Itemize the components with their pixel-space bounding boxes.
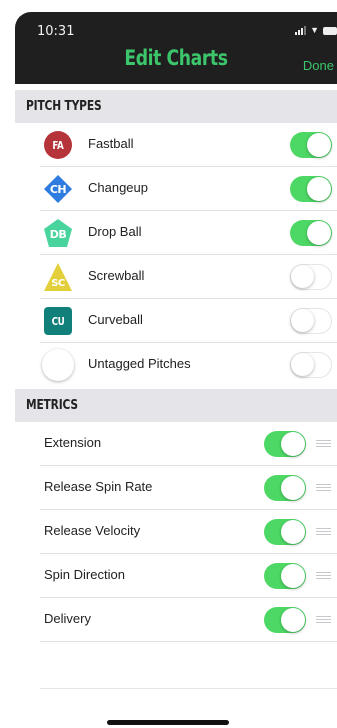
pitch-type-label: Drop Ball [88, 224, 142, 239]
cellular-signal-icon [295, 26, 307, 35]
page-title: Edit Charts [124, 46, 228, 70]
drop-ball-badge-icon: DB [44, 219, 72, 247]
screwball-badge-icon: SC [44, 263, 72, 291]
metric-row-delivery: Delivery [15, 598, 337, 642]
screwball-toggle[interactable] [290, 264, 332, 290]
drag-handle-icon[interactable] [316, 616, 331, 624]
pitch-type-row-fastball: FA Fastball [15, 123, 337, 167]
drag-handle-icon[interactable] [316, 440, 331, 448]
metric-label: Release Velocity [44, 523, 141, 538]
release-spin-rate-toggle[interactable] [264, 475, 306, 501]
fastball-toggle[interactable] [290, 132, 332, 158]
status-icons: ▼ [295, 26, 337, 35]
untagged-badge-icon [42, 349, 74, 381]
svg-text:CH: CH [50, 183, 67, 196]
done-button[interactable]: Done [303, 58, 334, 73]
status-time: 10:31 [37, 24, 75, 39]
metric-label: Delivery [44, 611, 91, 626]
footer-divider [40, 688, 337, 689]
drag-handle-icon[interactable] [316, 484, 331, 492]
pitch-type-row-drop-ball: DB Drop Ball [15, 211, 337, 255]
svg-text:DB: DB [50, 228, 67, 241]
changeup-toggle[interactable] [290, 176, 332, 202]
metric-label: Release Spin Rate [44, 479, 153, 494]
untagged-pitches-toggle[interactable] [290, 352, 332, 378]
curveball-badge-icon: CU [44, 307, 72, 335]
pitch-types-header: PITCH TYPES [15, 90, 337, 123]
release-velocity-toggle[interactable] [264, 519, 306, 545]
wifi-icon: ▼ [310, 25, 319, 35]
nav-bar: 10:31 ▼ Edit Charts Done [15, 12, 337, 84]
pitch-type-label: Changeup [88, 180, 148, 195]
pitch-type-row-screwball: SC Screwball [15, 255, 337, 299]
pitch-type-label: Untagged Pitches [88, 356, 191, 371]
metrics-header: METRICS [15, 389, 337, 422]
metric-row-release-velocity: Release Velocity [15, 510, 337, 554]
metric-row-release-spin-rate: Release Spin Rate [15, 466, 337, 510]
metric-row-spin-direction: Spin Direction [15, 554, 337, 598]
metrics-header-label: METRICS [26, 398, 78, 413]
drag-handle-icon[interactable] [316, 528, 331, 536]
drag-handle-icon[interactable] [316, 572, 331, 580]
changeup-badge-icon: CH [44, 175, 72, 203]
delivery-toggle[interactable] [264, 607, 306, 633]
spin-direction-toggle[interactable] [264, 563, 306, 589]
extension-toggle[interactable] [264, 431, 306, 457]
pitch-type-label: Fastball [88, 136, 134, 151]
pitch-type-label: Screwball [88, 268, 145, 283]
pitch-type-row-untagged: Untagged Pitches [15, 343, 337, 387]
pitch-type-row-changeup: CH Changeup [15, 167, 337, 211]
pitch-types-header-label: PITCH TYPES [26, 99, 102, 114]
pitch-type-label: Curveball [88, 312, 143, 327]
home-indicator[interactable] [107, 720, 229, 725]
curveball-toggle[interactable] [290, 308, 332, 334]
fastball-badge-icon: FA [44, 131, 72, 159]
edit-charts-screen: 10:31 ▼ Edit Charts Done PITCH TYPES FA … [15, 0, 337, 728]
metric-label: Spin Direction [44, 567, 125, 582]
pitch-type-row-curveball: CU Curveball [15, 299, 337, 343]
svg-text:SC: SC [51, 278, 65, 289]
metric-label: Extension [44, 435, 102, 450]
metric-row-extension: Extension [15, 422, 337, 466]
battery-icon [323, 26, 337, 35]
drop-ball-toggle[interactable] [290, 220, 332, 246]
row-divider [40, 641, 337, 642]
